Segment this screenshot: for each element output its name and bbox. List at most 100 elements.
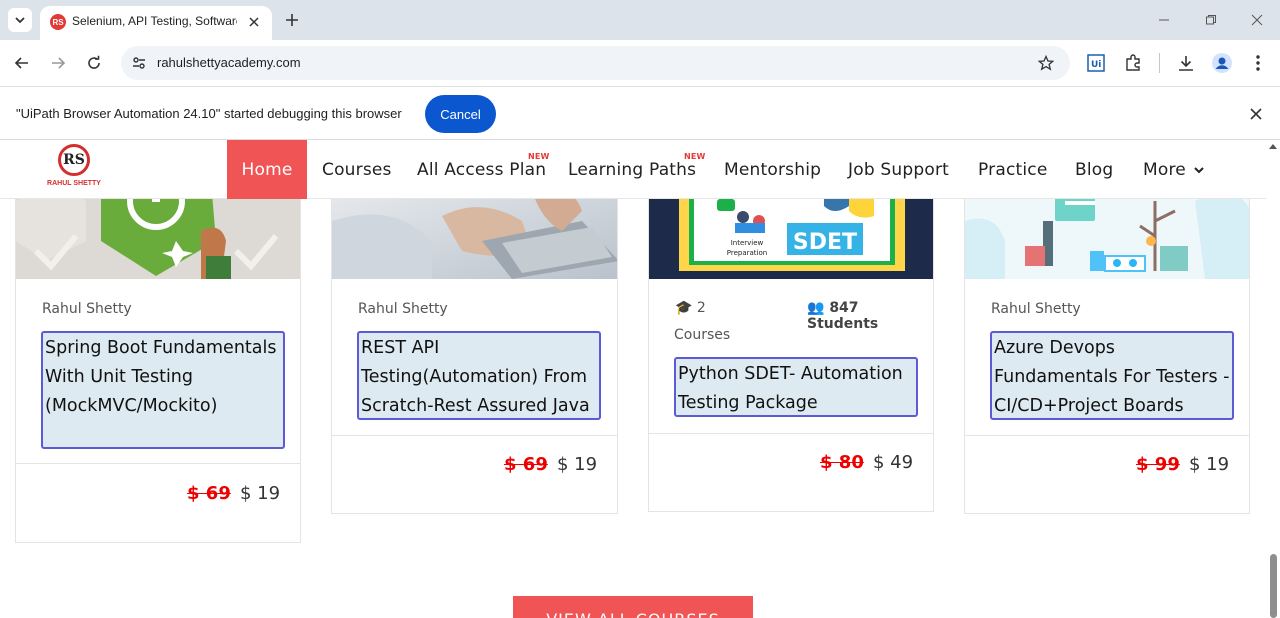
debugging-infobar: "UiPath Browser Automation 24.10" starte… (0, 86, 1280, 140)
new-tab-button[interactable] (280, 8, 304, 32)
course-title[interactable]: Azure Devops Fundamentals For Testers -C… (990, 331, 1234, 420)
plus-icon (286, 14, 298, 26)
site-info-button[interactable] (129, 53, 149, 73)
course-author: Rahul Shetty (991, 301, 1081, 317)
nav-more[interactable]: More (1143, 140, 1205, 199)
reload-button[interactable] (82, 51, 106, 75)
avatar-icon (1212, 53, 1232, 73)
uipath-icon: Ui (1087, 54, 1105, 72)
close-icon (249, 17, 259, 27)
extensions-button[interactable] (1121, 51, 1145, 75)
browser-toolbar: rahulshettyacademy.com Ui (0, 40, 1280, 86)
course-card[interactable]: Rahul Shetty Spring Boot Fundamentals Wi… (15, 180, 301, 543)
course-old-price: $ 80 (820, 452, 864, 473)
course-old-price: $ 69 (504, 454, 548, 475)
nav-label: Blog (1075, 159, 1114, 180)
nav-label: Learning Paths (568, 159, 697, 180)
course-author: Rahul Shetty (358, 301, 448, 317)
course-new-price: $ 19 (557, 454, 598, 475)
courses-count-value: 2 (696, 300, 706, 316)
thumb-label-preparation: Preparation (727, 249, 767, 257)
nav-practice[interactable]: Practice (978, 140, 1048, 199)
cancel-debugging-button[interactable]: Cancel (425, 95, 496, 133)
scroll-up-arrow-icon[interactable] (1269, 144, 1277, 149)
chevron-down-icon (1194, 166, 1204, 173)
tab-strip: RS Selenium, API Testing, Software (0, 0, 1280, 40)
arrow-right-icon (52, 57, 66, 69)
restore-button[interactable] (1199, 8, 1223, 32)
tab-close-button[interactable] (244, 12, 264, 32)
back-button[interactable] (10, 51, 34, 75)
course-new-price: $ 19 (240, 483, 281, 504)
site-favicon-icon: RS (50, 14, 66, 30)
course-new-price: $ 49 (873, 452, 914, 473)
reload-icon (88, 55, 100, 69)
bookmark-button[interactable] (1036, 53, 1056, 73)
arrow-left-icon (14, 57, 28, 69)
menu-button[interactable] (1246, 51, 1270, 75)
nav-label: Practice (978, 159, 1048, 180)
thumb-label-sdet: SDET (793, 230, 857, 255)
site-navbar: RS RAHUL SHETTY Home Courses All Access … (0, 140, 1266, 199)
minimize-icon (1159, 19, 1169, 21)
nav-label: Home (241, 159, 293, 180)
browser-tab[interactable]: RS Selenium, API Testing, Software (40, 6, 272, 40)
course-new-price: $ 19 (1189, 454, 1230, 475)
page-viewport: RS RAHUL SHETTY Home Courses All Access … (0, 140, 1280, 618)
card-divider (965, 435, 1249, 436)
downloads-button[interactable] (1174, 51, 1198, 75)
nav-learning-paths[interactable]: Learning Paths NEW (568, 140, 705, 199)
nav-all-access-plan[interactable]: All Access Plan NEW (417, 140, 549, 199)
nav-blog[interactable]: Blog (1075, 140, 1113, 199)
infobar-close-button[interactable] (1246, 104, 1266, 124)
url-text: rahulshettyacademy.com (157, 55, 301, 70)
tab-title: Selenium, API Testing, Software (72, 14, 237, 28)
address-bar[interactable]: rahulshettyacademy.com (121, 46, 1070, 80)
graduation-cap-icon: 🎓 (675, 300, 693, 316)
logo-mark: RS (58, 144, 90, 176)
courses-count-label: Courses (674, 327, 731, 343)
card-divider (649, 433, 933, 434)
restore-icon (1206, 15, 1216, 25)
course-card[interactable]: Rahul Shetty Azure Devops Fundamentals F… (964, 180, 1250, 514)
nav-home[interactable]: Home (227, 140, 307, 199)
scrollbar-thumb[interactable] (1270, 554, 1277, 618)
course-card[interactable]: Rahul Shetty REST API Testing(Automation… (331, 180, 618, 514)
nav-label: All Access Plan (417, 159, 547, 180)
site-logo[interactable]: RS RAHUL SHETTY (46, 144, 102, 196)
nav-label: Courses (322, 159, 392, 180)
close-icon (1250, 108, 1262, 120)
course-card[interactable]: Interview Preparation SDET 🎓 2 Courses 👥… (648, 180, 934, 512)
profile-button[interactable] (1210, 51, 1234, 75)
logo-name: RAHUL SHETTY (47, 180, 101, 187)
thumb-label-interview: Interview (731, 239, 764, 247)
nav-mentorship[interactable]: Mentorship (724, 140, 821, 199)
nav-job-support[interactable]: Job Support (848, 140, 949, 199)
download-icon (1179, 56, 1193, 71)
new-badge: NEW (528, 152, 550, 161)
forward-button[interactable] (46, 51, 70, 75)
close-window-button[interactable] (1245, 8, 1269, 32)
nav-courses[interactable]: Courses (322, 140, 392, 199)
minimize-button[interactable] (1152, 8, 1176, 32)
course-title[interactable]: REST API Testing(Automation) From Scratc… (357, 331, 601, 420)
nav-label: More (1143, 159, 1186, 180)
students-count: 👥 847 Students (807, 300, 933, 332)
uipath-extension-button[interactable]: Ui (1084, 51, 1108, 75)
course-old-price: $ 99 (1136, 454, 1180, 475)
card-divider (332, 435, 617, 436)
toolbar-separator (1159, 53, 1160, 73)
course-title[interactable]: Python SDET- Automation Testing Package (674, 357, 918, 417)
users-icon: 👥 (807, 300, 825, 316)
courses-count: 🎓 2 (675, 300, 706, 316)
page-scrollbar[interactable] (1266, 140, 1280, 618)
tune-icon (133, 57, 145, 69)
course-title[interactable]: Spring Boot Fundamentals With Unit Testi… (41, 331, 285, 449)
star-icon (1038, 55, 1054, 71)
kebab-menu-icon (1256, 55, 1260, 71)
tab-search-button[interactable] (8, 8, 32, 32)
course-author: Rahul Shetty (42, 301, 132, 317)
new-badge: NEW (684, 152, 706, 161)
view-all-courses-button[interactable]: VIEW ALL COURSES (513, 596, 753, 618)
nav-label: Job Support (848, 159, 950, 180)
